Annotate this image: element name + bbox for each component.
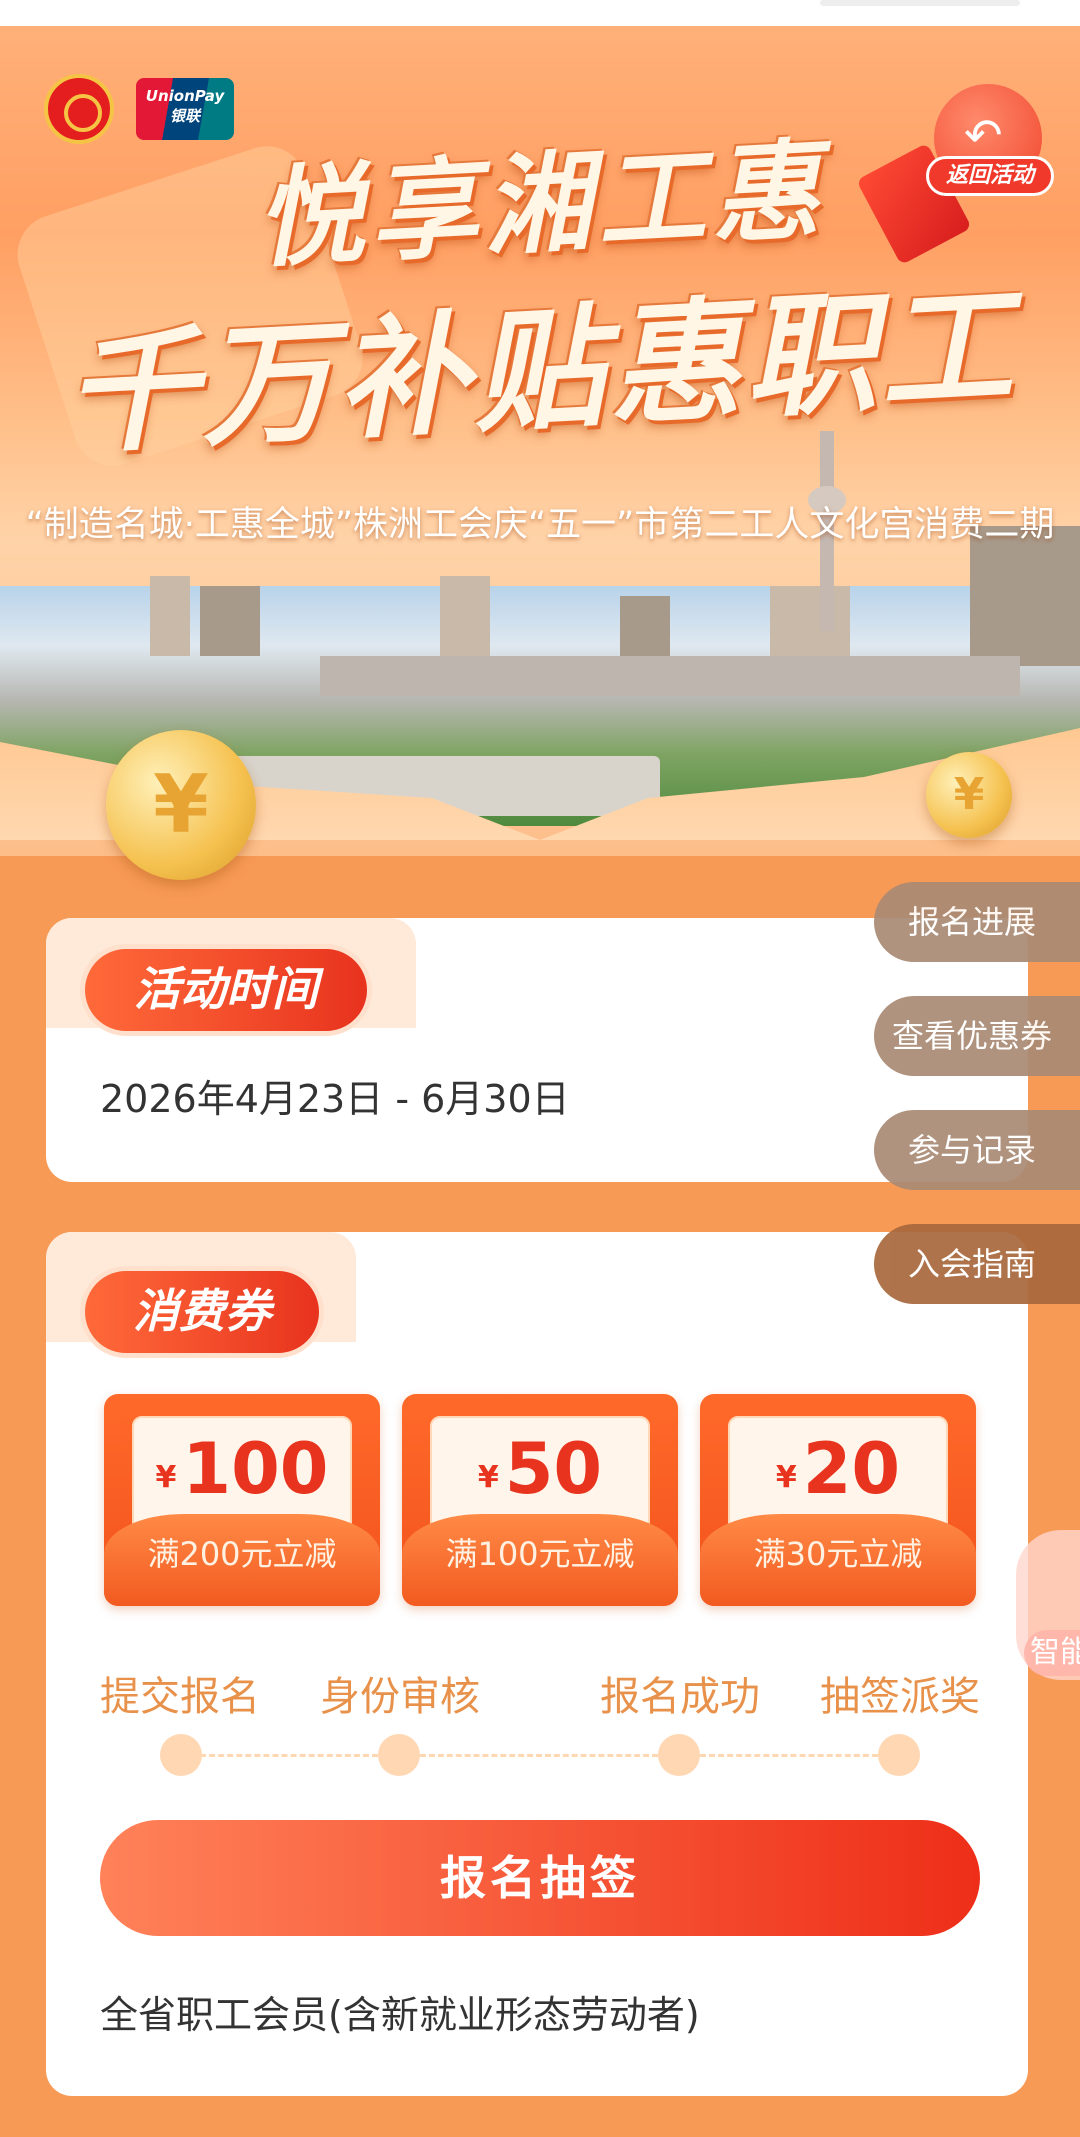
step-connector xyxy=(700,1754,896,1757)
voucher-condition: 满100元立减 xyxy=(402,1514,678,1606)
voucher-amount: ¥100 xyxy=(134,1428,350,1510)
gold-coin-icon: ¥ xyxy=(926,752,1012,838)
photo-building xyxy=(620,596,670,656)
voucher-50[interactable]: ¥50 满100元立减 xyxy=(402,1394,678,1606)
step-dot xyxy=(658,1734,700,1776)
step-lottery-label: 抽签派奖 xyxy=(820,1674,980,1720)
voucher-condition: 满200元立减 xyxy=(104,1514,380,1606)
step-connector xyxy=(420,1754,658,1757)
unionpay-logo: UnionPay 银联 xyxy=(136,78,234,140)
back-to-activity-label[interactable]: 返回活动 xyxy=(926,156,1054,196)
photo-building xyxy=(150,576,190,656)
step-connector xyxy=(182,1754,378,1757)
voucher-20[interactable]: ¥20 满30元立减 xyxy=(700,1394,976,1606)
trade-union-logo xyxy=(44,74,114,144)
status-bar-handle xyxy=(820,0,1020,6)
voucher-amount: ¥20 xyxy=(730,1428,946,1510)
step-dot xyxy=(160,1734,202,1776)
gold-coin-icon: ¥ xyxy=(106,730,256,880)
photo-building xyxy=(770,586,850,656)
voucher-amount-value: 100 xyxy=(182,1428,329,1510)
photo-building xyxy=(440,576,490,656)
photo-building xyxy=(200,586,260,656)
step-verify-label: 身份审核 xyxy=(320,1674,480,1720)
voucher-currency: ¥ xyxy=(155,1460,177,1495)
voucher-currency: ¥ xyxy=(477,1460,499,1495)
voucher-currency: ¥ xyxy=(775,1460,797,1495)
status-bar-strip xyxy=(0,0,1080,26)
side-signup-progress-button[interactable]: 报名进展 xyxy=(874,882,1080,962)
step-success-label: 报名成功 xyxy=(600,1674,760,1720)
activity-time-tab: 活动时间 xyxy=(80,944,372,1036)
voucher-100[interactable]: ¥100 满200元立减 xyxy=(104,1394,380,1606)
voucher-amount: ¥50 xyxy=(432,1428,648,1510)
activity-time-value: 2026年4月23日 - 6月30日 xyxy=(100,1077,570,1121)
side-view-coupons-button[interactable]: 查看优惠券 xyxy=(874,996,1080,1076)
assistant-label[interactable]: 智能 xyxy=(1024,1630,1080,1676)
voucher-condition: 满30元立减 xyxy=(700,1514,976,1606)
step-dot xyxy=(378,1734,420,1776)
photo-hall xyxy=(320,656,1020,696)
step-dot xyxy=(878,1734,920,1776)
voucher-amount-value: 50 xyxy=(504,1428,603,1510)
undo-arrow-icon: ↶ xyxy=(964,108,1003,162)
hero-subtitle: “制造名城·工惠全城”株洲工会庆“五一”市第二工人文化宫消费二期 xyxy=(25,505,1055,545)
side-participation-record-button[interactable]: 参与记录 xyxy=(874,1110,1080,1190)
apply-lottery-button[interactable]: 报名抽签 xyxy=(100,1820,980,1936)
side-membership-guide-button[interactable]: 入会指南 xyxy=(874,1224,1080,1304)
step-submit-label: 提交报名 xyxy=(100,1674,260,1720)
eligibility-text: 全省职工会员(含新就业形态劳动者) xyxy=(100,1993,700,2037)
coupon-tab: 消费券 xyxy=(80,1266,324,1358)
voucher-amount-value: 20 xyxy=(802,1428,901,1510)
